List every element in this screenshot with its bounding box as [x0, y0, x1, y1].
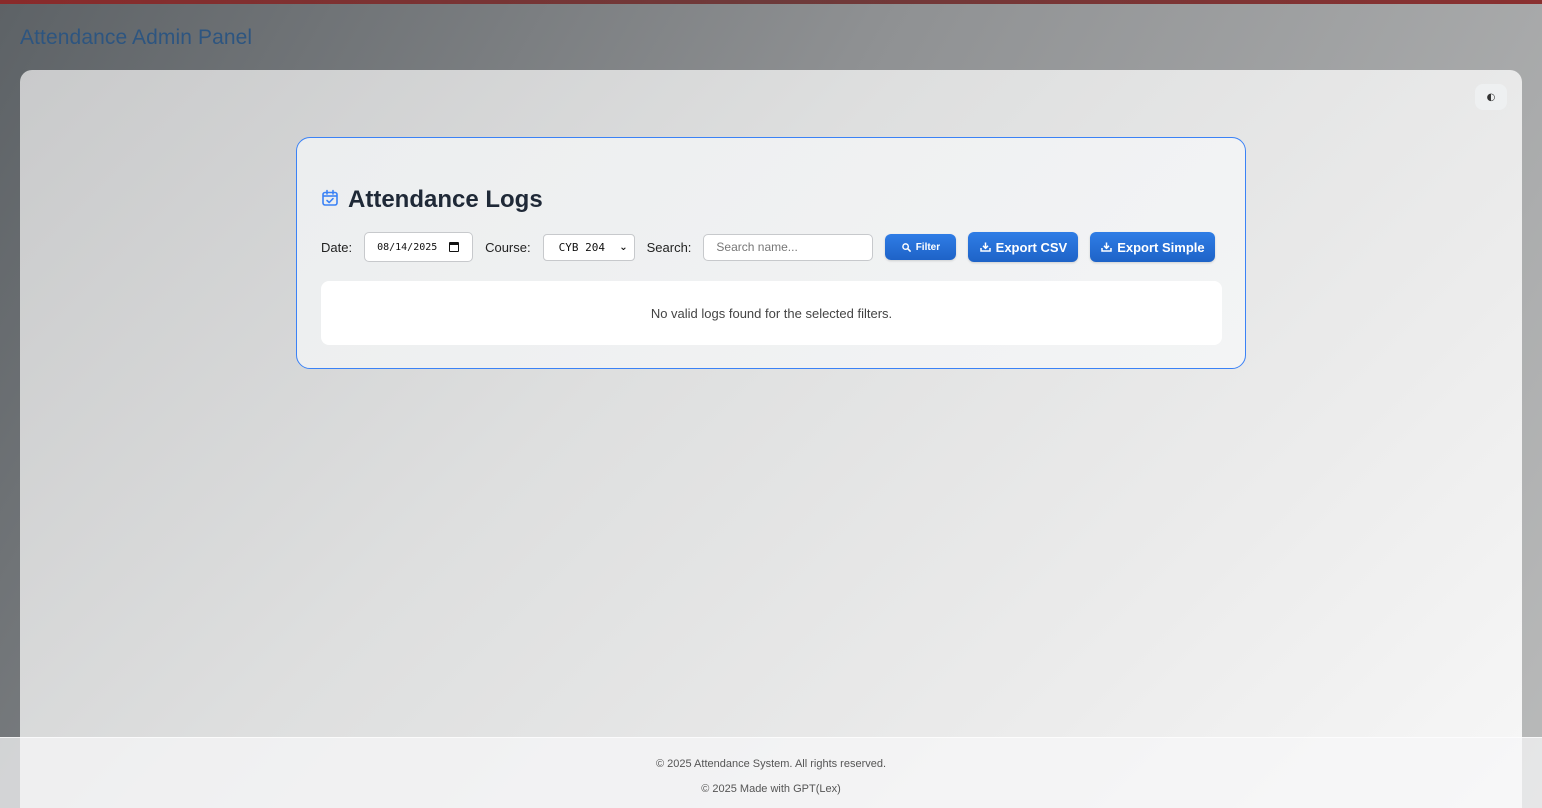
search-label: Search: [646, 239, 692, 255]
date-input[interactable]: 08/14/2025 [364, 232, 474, 262]
palette-icon: ◐ [1486, 91, 1496, 103]
download-icon [979, 242, 991, 252]
date-value: 08/14/2025 [377, 241, 438, 253]
date-label: Date: [321, 239, 353, 255]
export-csv-button[interactable]: Export CSV [968, 232, 1079, 262]
app-title: Attendance Admin Panel [20, 26, 253, 49]
export-simple-button[interactable]: Export Simple [1090, 232, 1216, 262]
course-label: Course: [485, 239, 531, 255]
footer-copyright: © 2025 Attendance System. All rights res… [655, 758, 887, 770]
empty-results-message: No valid logs found for the selected fil… [321, 281, 1222, 345]
calendar-picker-icon[interactable] [449, 242, 460, 252]
export-csv-label: Export CSV [995, 239, 1068, 255]
filter-button-label: Filter [915, 241, 941, 253]
export-simple-label: Export Simple [1117, 239, 1205, 255]
course-select[interactable]: CYB 204 ⌄ [542, 233, 635, 261]
footer: © 2025 Attendance System. All rights res… [0, 737, 1542, 808]
chevron-down-icon: ⌄ [619, 241, 628, 253]
page-title: Attendance Logs [348, 186, 543, 213]
filter-bar: Date: 08/14/2025 Course: CYB 204 ⌄ Searc… [321, 232, 1227, 262]
theme-toggle-button[interactable]: ◐ [1475, 84, 1507, 110]
search-input[interactable] [703, 233, 874, 261]
search-icon [901, 242, 911, 252]
course-value: CYB 204 [558, 240, 605, 254]
attendance-logs-card: Attendance Logs Date: 08/14/2025 Course:… [296, 137, 1246, 369]
browser-top-strip [0, 0, 1542, 4]
footer-credit: © 2025 Made with GPT(Lex) [701, 783, 841, 795]
download-icon [1101, 242, 1112, 252]
calendar-check-icon [322, 189, 338, 206]
filter-button[interactable]: Filter [885, 234, 957, 260]
card-title: Attendance Logs [321, 186, 543, 214]
